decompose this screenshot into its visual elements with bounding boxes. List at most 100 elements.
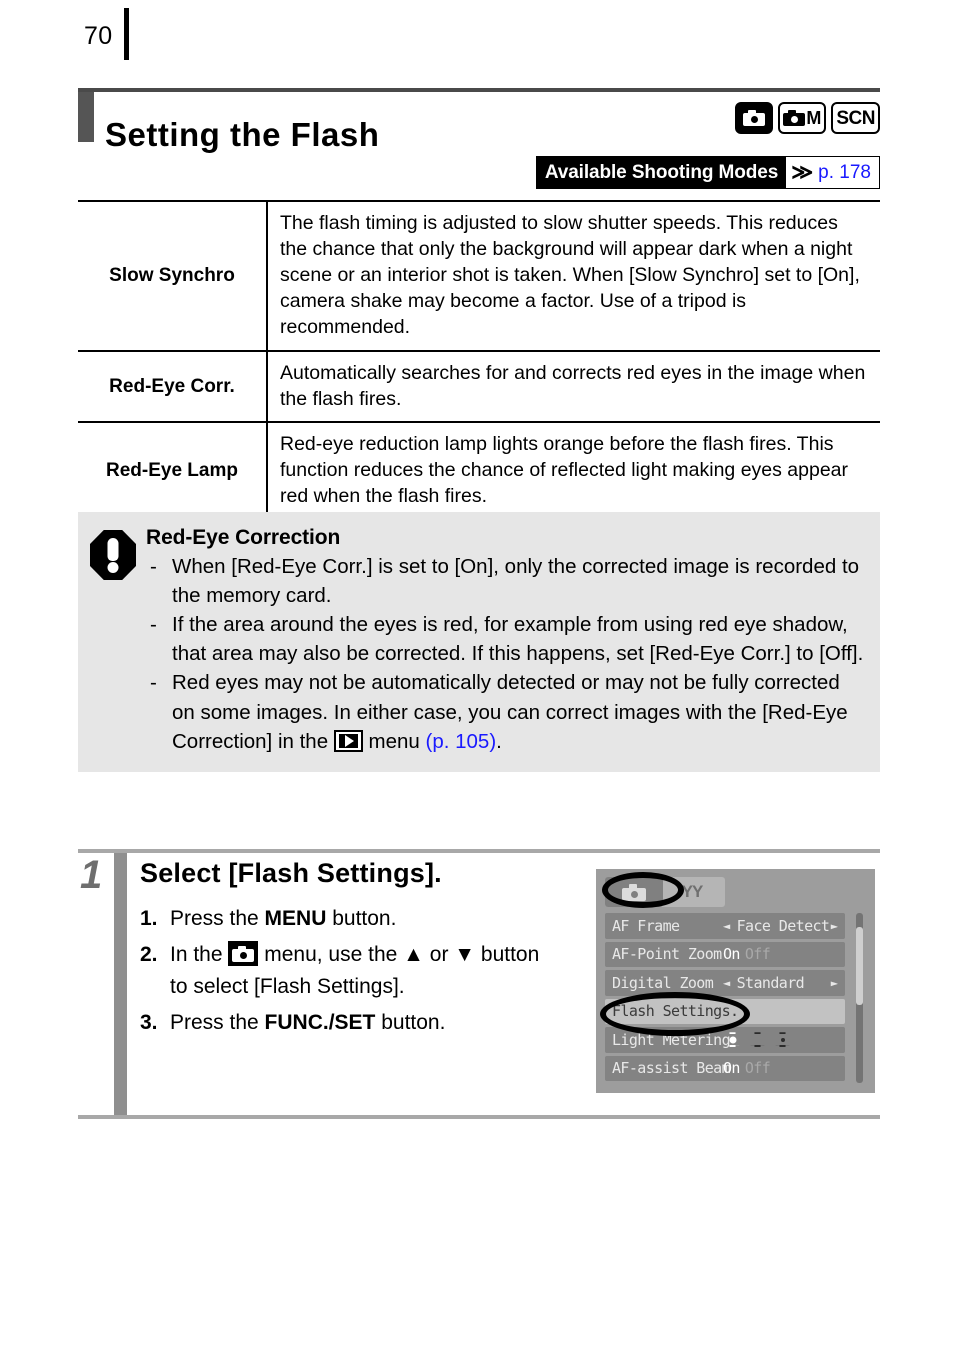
lcd-tab-shooting[interactable] bbox=[605, 877, 663, 907]
flash-settings-table: Slow Synchro The flash timing is adjuste… bbox=[78, 200, 880, 522]
metering-icon-group bbox=[723, 1032, 792, 1048]
lcd-menu-value: Standard bbox=[736, 973, 805, 992]
manual-mode-icon: M bbox=[778, 102, 827, 134]
chevron-left-icon[interactable]: ◄ bbox=[723, 976, 730, 990]
list-item: - If the area around the eyes is red, fo… bbox=[146, 610, 868, 668]
camera-lcd-screenshot: ΥΥ AF Frame ◄ Face Detect ► AF-Point Zoo… bbox=[596, 869, 875, 1093]
chevron-left-icon[interactable]: ◄ bbox=[723, 919, 730, 933]
evaluative-metering-icon[interactable] bbox=[723, 1032, 742, 1048]
lcd-scrollbar-thumb[interactable] bbox=[856, 927, 863, 1005]
note-bullet-text: If the area around the eyes is red, for … bbox=[172, 613, 864, 666]
step-item-text: Press the bbox=[170, 1010, 265, 1034]
lcd-menu-label: Digital Zoom bbox=[612, 973, 714, 992]
list-item: - Red eyes may not be automatically dete… bbox=[146, 668, 868, 755]
scene-mode-icon: SCN bbox=[831, 102, 880, 134]
lcd-option-on[interactable]: On bbox=[723, 945, 740, 963]
lcd-tab-bar: ΥΥ bbox=[605, 877, 725, 907]
list-item: 2. In the menu, use the ▲ or ▼ button to… bbox=[140, 939, 560, 1004]
wrench-icon: ΥΥ bbox=[681, 882, 704, 901]
step-item-index: 3. bbox=[140, 1010, 158, 1034]
title-accent-bar bbox=[78, 92, 94, 142]
lcd-menu-label: Flash Settings. bbox=[612, 1002, 739, 1021]
page-reference-link[interactable]: p. 178 bbox=[818, 162, 871, 184]
lcd-option-off[interactable]: Off bbox=[745, 1059, 771, 1077]
note-bullet-text: When [Red-Eye Corr.] is set to [On], onl… bbox=[172, 555, 860, 608]
auto-mode-icon bbox=[735, 102, 774, 134]
lcd-menu-value-group: On Off bbox=[723, 945, 771, 963]
camera-icon bbox=[622, 883, 646, 901]
page-number-rule bbox=[124, 8, 129, 60]
step-item-index: 2. bbox=[140, 942, 158, 966]
list-item: 3. Press the FUNC./SET button. bbox=[140, 1007, 560, 1040]
center-weighted-metering-icon[interactable] bbox=[748, 1032, 767, 1048]
bullet-dash: - bbox=[150, 555, 157, 578]
lcd-menu-item-af-assist-beam[interactable]: AF-assist Beam On Off bbox=[605, 1055, 845, 1081]
red-eye-correction-note: Red-Eye Correction - When [Red-Eye Corr.… bbox=[78, 512, 880, 772]
lcd-menu-label: AF Frame bbox=[612, 916, 680, 935]
step-item-text: In the bbox=[170, 942, 229, 966]
step-heading: Select [Flash Settings]. bbox=[140, 858, 442, 888]
lcd-menu-value-group: ◄ Face Detect bbox=[723, 916, 830, 935]
double-chevron-icon: ≫ bbox=[791, 161, 814, 184]
exclamation-octagon-icon bbox=[90, 530, 136, 580]
sentence-period: . bbox=[496, 729, 502, 753]
note-bullet-text-after: menu bbox=[368, 729, 420, 753]
setting-description: The flash timing is adjusted to slow shu… bbox=[267, 200, 880, 352]
setting-description: Red-eye reduction lamp lights orange bef… bbox=[267, 422, 880, 522]
lcd-menu-label: AF-Point Zoom bbox=[612, 945, 722, 964]
step-top-rule bbox=[78, 849, 880, 853]
lcd-menu-item-digital-zoom[interactable]: Digital Zoom ◄ Standard ► bbox=[605, 970, 845, 996]
camera-icon bbox=[743, 110, 766, 126]
table-row: Slow Synchro The flash timing is adjuste… bbox=[78, 200, 880, 352]
lcd-menu-label: AF-assist Beam bbox=[612, 1059, 731, 1078]
lcd-menu-value-group: ◄ Standard bbox=[723, 973, 805, 992]
note-bullet-text: Red eyes may not be automatically detect… bbox=[172, 671, 848, 753]
lcd-menu-value: Face Detect bbox=[736, 916, 830, 935]
available-shooting-modes-label: Available Shooting Modes bbox=[536, 157, 787, 188]
manual-mode-label: M bbox=[806, 108, 822, 128]
list-item: 1. Press the MENU button. bbox=[140, 903, 560, 936]
setting-description: Automatically searches for and corrects … bbox=[267, 350, 880, 424]
lcd-menu-item-light-metering[interactable]: Light Metering bbox=[605, 1027, 845, 1053]
step-item-text: Press the bbox=[170, 907, 265, 930]
lcd-menu-list: AF Frame ◄ Face Detect ► AF-Point Zoom O… bbox=[605, 913, 845, 1084]
table-row: Red-Eye Lamp Red-eye reduction lamp ligh… bbox=[78, 422, 880, 522]
warning-icon-container bbox=[90, 526, 146, 756]
camera-icon bbox=[783, 110, 806, 126]
camera-menu-icon bbox=[228, 940, 259, 966]
menu-button-label: MENU bbox=[264, 907, 327, 930]
table-row: Red-Eye Corr. Automatically searches for… bbox=[78, 350, 880, 424]
setting-name: Red-Eye Lamp bbox=[78, 422, 268, 522]
lcd-menu-value-group: On Off bbox=[723, 1059, 771, 1077]
setting-name: Red-Eye Corr. bbox=[78, 350, 268, 424]
step-item-text-after: button. bbox=[375, 1010, 446, 1034]
spot-metering-icon[interactable] bbox=[773, 1032, 792, 1048]
available-shooting-modes-banner: Available Shooting Modes ≫ p. 178 bbox=[535, 156, 880, 189]
step-instruction-list: 1. Press the MENU button. 2. In the menu… bbox=[140, 903, 560, 1042]
step-number: 1 bbox=[80, 853, 103, 897]
step-accent-bar bbox=[114, 853, 127, 1115]
list-item: - When [Red-Eye Corr.] is set to [On], o… bbox=[146, 552, 868, 610]
lcd-menu-item-flash-settings[interactable]: Flash Settings. bbox=[605, 998, 845, 1024]
page-header: 70 bbox=[0, 0, 954, 80]
lcd-option-off[interactable]: Off bbox=[745, 945, 771, 963]
step-item-text-after: button. bbox=[326, 907, 397, 930]
chevron-right-icon[interactable]: ► bbox=[831, 919, 838, 933]
note-bullet-list: - When [Red-Eye Corr.] is set to [On], o… bbox=[146, 552, 868, 756]
mode-icon-group: M SCN bbox=[735, 102, 880, 134]
lcd-tab-setup[interactable]: ΥΥ bbox=[663, 877, 721, 907]
lcd-menu-item-af-point-zoom[interactable]: AF-Point Zoom On Off bbox=[605, 941, 845, 967]
lcd-menu-label: Light Metering bbox=[612, 1030, 731, 1049]
chevron-right-icon[interactable]: ► bbox=[831, 976, 838, 990]
scene-mode-label: SCN bbox=[836, 107, 875, 129]
bullet-dash: - bbox=[150, 671, 157, 695]
step-item-index: 1. bbox=[140, 907, 158, 930]
lcd-menu-item-af-frame[interactable]: AF Frame ◄ Face Detect ► bbox=[605, 913, 845, 939]
available-shooting-modes-reference[interactable]: ≫ p. 178 bbox=[786, 157, 879, 188]
step-bottom-rule bbox=[78, 1115, 880, 1119]
bullet-dash: - bbox=[150, 613, 157, 637]
note-title: Red-Eye Correction bbox=[146, 526, 341, 549]
lcd-option-on[interactable]: On bbox=[723, 1059, 740, 1077]
page-reference-link[interactable]: (p. 105) bbox=[426, 730, 497, 753]
page-number: 70 bbox=[84, 22, 113, 50]
